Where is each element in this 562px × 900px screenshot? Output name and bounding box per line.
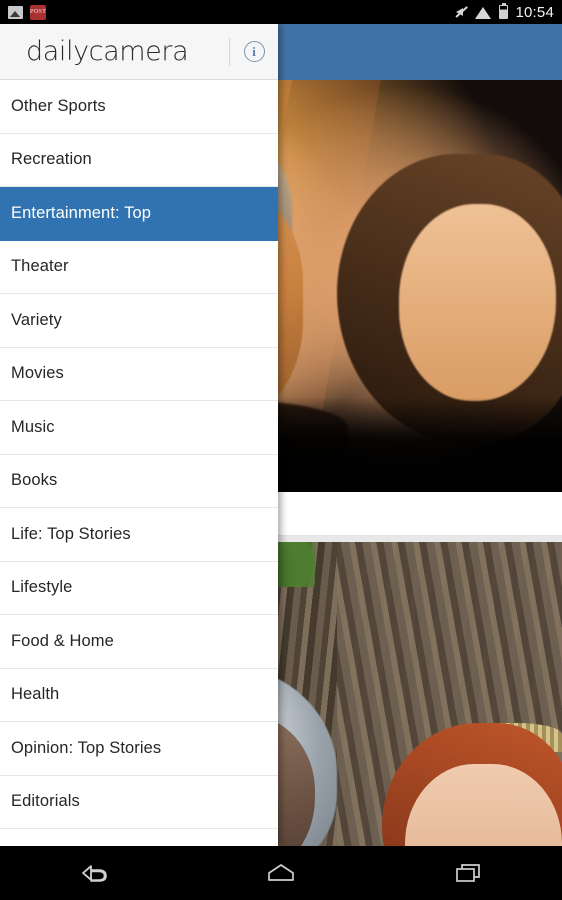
sidebar-item-food-and-home[interactable]: Food & Home <box>0 615 278 669</box>
sidebar-item-other-sports[interactable]: Other Sports <box>0 80 278 134</box>
sidebar-item-label: Food & Home <box>11 631 114 650</box>
sidebar-item-theater[interactable]: Theater <box>0 240 278 294</box>
photo-icon <box>8 5 23 19</box>
sidebar-item-health[interactable]: Health <box>0 668 278 722</box>
sidebar-item-label: Recreation <box>11 150 92 169</box>
android-device-screen: POST 10:54 dc Entertainment: Top <box>0 0 562 900</box>
sidebar-item-editorials[interactable]: Editorials <box>0 775 278 829</box>
info-icon: i <box>243 41 265 62</box>
sidebar-item-life-top-stories[interactable]: Life: Top Stories <box>0 508 278 562</box>
sidebar-item-label: Music <box>11 417 55 436</box>
battery-icon <box>499 3 509 19</box>
home-button[interactable] <box>236 846 326 900</box>
sidebar-item-label: Books <box>11 471 58 490</box>
wifi-icon <box>475 6 492 19</box>
sidebar-item-label: Entertainment: Top <box>11 203 151 222</box>
sidebar-item-entertainment-top[interactable]: Entertainment: Top <box>0 187 278 241</box>
sidebar-item-label: Opinion: Top Stories <box>11 738 162 757</box>
sidebar-item-label: Lifestyle <box>11 578 73 597</box>
sidebar-item-partial[interactable] <box>0 829 278 846</box>
info-button[interactable]: i <box>230 24 278 80</box>
sidebar-item-recreation[interactable]: Recreation <box>0 133 278 187</box>
status-bar-right-icons: 10:54 <box>454 3 554 21</box>
system-navigation-bar <box>0 846 562 900</box>
brand-logo: dailycamera <box>26 36 189 67</box>
status-bar: POST 10:54 <box>0 0 562 24</box>
sidebar-item-label: Health <box>11 685 60 704</box>
navigation-drawer[interactable]: dailycamera i Other Sports Recreation En… <box>0 24 278 846</box>
sidebar-item-label: Theater <box>11 257 69 276</box>
sidebar-item-label: Movies <box>11 364 64 383</box>
post-badge-icon: POST <box>30 4 46 20</box>
back-button[interactable] <box>49 846 139 900</box>
sidebar-item-label: Editorials <box>11 792 80 811</box>
clock-time: 10:54 <box>515 3 554 21</box>
sidebar-item-lifestyle[interactable]: Lifestyle <box>0 561 278 615</box>
sidebar-item-movies[interactable]: Movies <box>0 347 278 401</box>
sidebar-item-label: Other Sports <box>11 96 106 115</box>
sidebar-item-label: Variety <box>11 310 62 329</box>
recent-apps-button[interactable] <box>423 846 513 900</box>
drawer-item-list[interactable]: Other Sports Recreation Entertainment: T… <box>0 80 278 846</box>
drawer-header: dailycamera i <box>0 24 278 80</box>
app-container: dc Entertainment: Top <box>0 24 562 846</box>
sidebar-item-variety[interactable]: Variety <box>0 294 278 348</box>
sidebar-item-opinion-top-stories[interactable]: Opinion: Top Stories <box>0 722 278 776</box>
sidebar-item-books[interactable]: Books <box>0 454 278 508</box>
sidebar-item-music[interactable]: Music <box>0 401 278 455</box>
status-bar-left-icons: POST <box>8 4 46 20</box>
sidebar-item-label: Life: Top Stories <box>11 524 131 543</box>
mute-icon <box>454 5 468 19</box>
